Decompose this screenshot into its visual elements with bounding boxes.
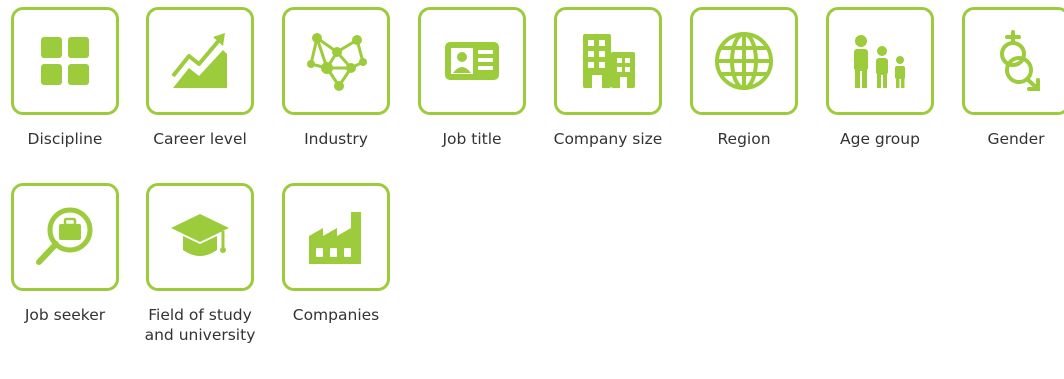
filter-tile-box[interactable] — [11, 7, 119, 115]
filter-tile-box[interactable] — [554, 7, 662, 115]
filter-tile-box[interactable] — [690, 7, 798, 115]
filter-tile-box[interactable] — [962, 7, 1064, 115]
filter-tile-box[interactable] — [146, 7, 254, 115]
filter-tile-box[interactable] — [826, 7, 934, 115]
filter-tile-field-of-study[interactable]: Field of study and university — [132, 183, 268, 345]
id-card-icon — [445, 42, 499, 80]
filter-tile-region[interactable]: Region — [676, 7, 812, 149]
globe-icon — [715, 32, 773, 90]
filter-label: Company size — [553, 130, 663, 148]
filter-label: Discipline — [27, 130, 103, 148]
filter-tile-company-size[interactable]: Company size — [540, 7, 676, 149]
grid-icon — [41, 37, 89, 85]
people-family-icon — [854, 35, 905, 88]
filter-tile-discipline[interactable]: Discipline — [0, 7, 133, 149]
filter-label: Age group — [840, 130, 920, 148]
filter-label: Job seeker — [24, 306, 106, 324]
filter-tile-companies[interactable]: Companies — [268, 183, 404, 325]
filter-label: Field of study and university — [144, 306, 256, 344]
magnifier-briefcase-icon — [36, 207, 93, 265]
filter-tile-age-group[interactable]: Age group — [812, 7, 948, 149]
filter-label: Job title — [442, 130, 502, 148]
factory-icon — [309, 212, 361, 264]
filter-label: Gender — [987, 130, 1045, 148]
filter-label: Companies — [292, 306, 380, 324]
filter-label: Career level — [153, 130, 247, 148]
filter-tile-industry[interactable]: Industry — [268, 7, 404, 149]
filter-tile-box[interactable] — [418, 7, 526, 115]
filter-tile-box[interactable] — [11, 183, 119, 291]
buildings-icon — [583, 34, 635, 88]
filter-tile-career-level[interactable]: Career level — [132, 7, 268, 149]
filter-tile-box[interactable] — [282, 183, 390, 291]
filter-tile-box[interactable] — [146, 183, 254, 291]
trend-up-chart-icon — [171, 33, 227, 88]
filter-tile-job-title[interactable]: Job title — [404, 7, 540, 149]
graduation-cap-icon — [171, 214, 229, 256]
filter-label: Industry — [304, 130, 368, 148]
gender-symbols-icon — [1000, 30, 1040, 91]
filter-tile-box[interactable] — [282, 7, 390, 115]
filter-tile-job-seeker[interactable]: Job seeker — [0, 183, 133, 325]
network-nodes-icon — [307, 33, 367, 91]
filter-tile-gender[interactable]: Gender — [948, 7, 1064, 149]
filter-label: Region — [717, 130, 771, 148]
